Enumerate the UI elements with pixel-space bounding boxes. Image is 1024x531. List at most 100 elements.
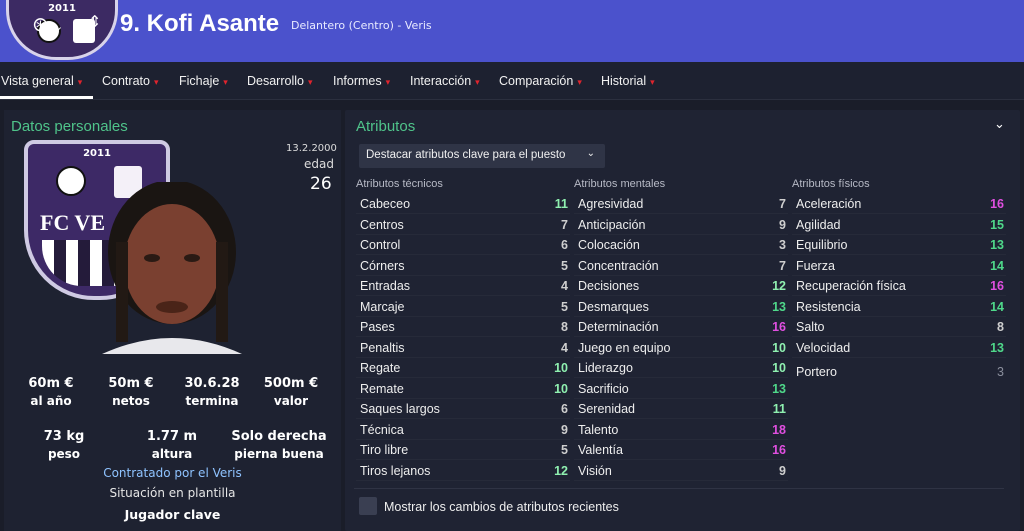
row-separator — [792, 356, 1006, 358]
tab-label: Interacción — [410, 74, 472, 88]
attribute-row[interactable]: Liderazgo 10 — [574, 358, 788, 378]
collapse-chevron-icon[interactable]: ⌄ — [994, 117, 1005, 132]
attribute-row[interactable]: Agresividad 7 — [574, 194, 788, 214]
attribute-name: Anticipación — [578, 217, 646, 232]
stat-value: 500m € — [263, 376, 319, 391]
attribute-name: Colocación — [578, 238, 640, 252]
recent-changes-label: Mostrar los cambios de atributos recient… — [384, 500, 619, 514]
physical-group-title: Atributos físicos — [792, 178, 870, 190]
attribute-row[interactable]: Pases 8 — [356, 317, 570, 337]
attribute-row[interactable]: Determinación 16 — [574, 317, 788, 337]
attribute-row[interactable]: Regate 10 — [356, 358, 570, 378]
stat-value: Solo derecha — [231, 429, 327, 444]
attribute-row[interactable]: Resistencia 14 — [792, 297, 1006, 317]
attribute-name: Valentía — [578, 443, 623, 457]
row-separator — [574, 479, 788, 481]
tab-historial[interactable]: Historial ▾ — [601, 74, 655, 88]
attribute-value: 10 — [772, 361, 786, 375]
attribute-name: Equilibrio — [796, 238, 848, 252]
chevron-down-icon[interactable]: ⌄ — [54, 20, 63, 33]
attribute-row[interactable]: Córners 5 — [356, 256, 570, 276]
attribute-row[interactable]: Fuerza 14 — [792, 256, 1006, 276]
attribute-name: Control — [360, 238, 401, 252]
attribute-name: Desmarques — [578, 299, 649, 314]
sort-arrows-icon[interactable]: ⇕ — [88, 12, 101, 31]
attribute-row[interactable]: Penaltis 4 — [356, 338, 570, 358]
stat-label: peso — [47, 447, 81, 461]
globe-icon[interactable]: ⊛ — [32, 12, 49, 36]
recent-changes-checkbox[interactable] — [359, 497, 377, 515]
stat-label: valor — [273, 394, 309, 408]
attribute-value: 9 — [779, 463, 786, 478]
attribute-name: Entradas — [360, 279, 411, 293]
date-of-birth: 13.2.2000 — [286, 143, 337, 154]
highlight-key-attributes-dropdown[interactable]: Destacar atributos clave para el puesto … — [359, 144, 605, 168]
attribute-row[interactable]: Recuperación física 16 — [792, 276, 1006, 296]
attribute-row[interactable]: Cabeceo 11 — [356, 194, 570, 214]
attribute-row[interactable]: Valentía 16 — [574, 440, 788, 460]
attribute-row[interactable]: Serenidad 11 — [574, 399, 788, 419]
attribute-row[interactable]: Saques largos 6 — [356, 399, 570, 419]
attribute-row[interactable]: Tiros lejanos 12 — [356, 461, 570, 481]
attribute-value: 6 — [561, 402, 568, 416]
attribute-row[interactable]: Aceleración 16 — [792, 194, 1006, 214]
attribute-row[interactable]: Concentración 7 — [574, 256, 788, 276]
personal-data-title: Datos personales — [11, 118, 128, 135]
attribute-name: Centros — [360, 217, 404, 232]
attribute-row[interactable]: Salto 8 — [792, 317, 1006, 337]
attribute-row[interactable]: Talento 18 — [574, 420, 788, 440]
attribute-row[interactable]: Velocidad 13 — [792, 338, 1006, 358]
attribute-row[interactable]: Desmarques 13 — [574, 297, 788, 317]
attribute-value: 10 — [554, 361, 568, 375]
attribute-name: Marcaje — [360, 299, 405, 314]
attribute-name: Tiro libre — [360, 443, 409, 457]
attribute-value: 9 — [779, 217, 786, 232]
tab-label: Contrato — [102, 74, 150, 88]
tab-comparacion[interactable]: Comparación ▾ — [499, 74, 582, 88]
attribute-row[interactable]: Remate 10 — [356, 379, 570, 399]
attribute-row[interactable]: Colocación 3 — [574, 235, 788, 255]
attribute-row[interactable]: Control 6 — [356, 235, 570, 255]
attribute-row[interactable]: Visión 9 — [574, 461, 788, 481]
tab-interaccion[interactable]: Interacción ▾ — [410, 74, 480, 88]
stat-contract-end: 30.6.28 termina — [169, 376, 255, 408]
attribute-value: 14 — [990, 258, 1004, 273]
attribute-value: 5 — [561, 299, 568, 314]
attribute-row[interactable]: Juego en equipo 10 — [574, 338, 788, 358]
attribute-value: 16 — [772, 320, 786, 334]
crest-year: 2011 — [83, 148, 111, 159]
tab-label: Comparación — [499, 74, 574, 88]
attribute-row[interactable]: Marcaje 5 — [356, 297, 570, 317]
attribute-row[interactable]: Centros 7 — [356, 215, 570, 235]
attribute-name: Portero — [796, 365, 837, 379]
stat-value: 60m € — [28, 376, 74, 391]
tab-contrato[interactable]: Contrato ▾ — [102, 74, 158, 88]
attribute-name: Cabeceo — [360, 197, 411, 211]
tab-fichaje[interactable]: Fichaje ▾ — [179, 74, 228, 88]
attribute-value: 6 — [561, 238, 568, 252]
attribute-row[interactable]: Anticipación 9 — [574, 215, 788, 235]
attribute-value: 10 — [772, 340, 786, 355]
chevron-down-icon: ▾ — [307, 77, 313, 87]
stat-wage: 60m € al año — [8, 376, 94, 408]
attribute-value: 5 — [561, 443, 568, 457]
attribute-row[interactable]: Técnica 9 — [356, 420, 570, 440]
attribute-value: 7 — [779, 197, 786, 211]
attribute-value: 7 — [561, 217, 568, 232]
tab-desarrollo[interactable]: Desarrollo ▾ — [247, 74, 313, 88]
tab-vista-general[interactable]: Vista general ▾ — [1, 74, 82, 88]
attribute-row[interactable]: Agilidad 15 — [792, 215, 1006, 235]
tab-label: Desarrollo — [247, 74, 304, 88]
stat-preferred-foot: Solo derecha pierna buena — [228, 429, 330, 461]
chevron-down-icon: ▾ — [475, 77, 480, 87]
contracted-by-link[interactable]: Contratado por el Veris — [4, 466, 341, 480]
attribute-name: Sacrificio — [578, 381, 629, 396]
attribute-row[interactable]: Decisiones 12 — [574, 276, 788, 296]
attribute-row[interactable]: Entradas 4 — [356, 276, 570, 296]
attribute-row[interactable]: Equilibrio 13 — [792, 235, 1006, 255]
attribute-row[interactable]: Sacrificio 13 — [574, 379, 788, 399]
tab-informes[interactable]: Informes ▾ — [333, 74, 390, 88]
attribute-name: Talento — [578, 422, 619, 437]
chevron-down-icon: ⌄ — [586, 148, 595, 159]
attribute-row[interactable]: Tiro libre 5 — [356, 440, 570, 460]
